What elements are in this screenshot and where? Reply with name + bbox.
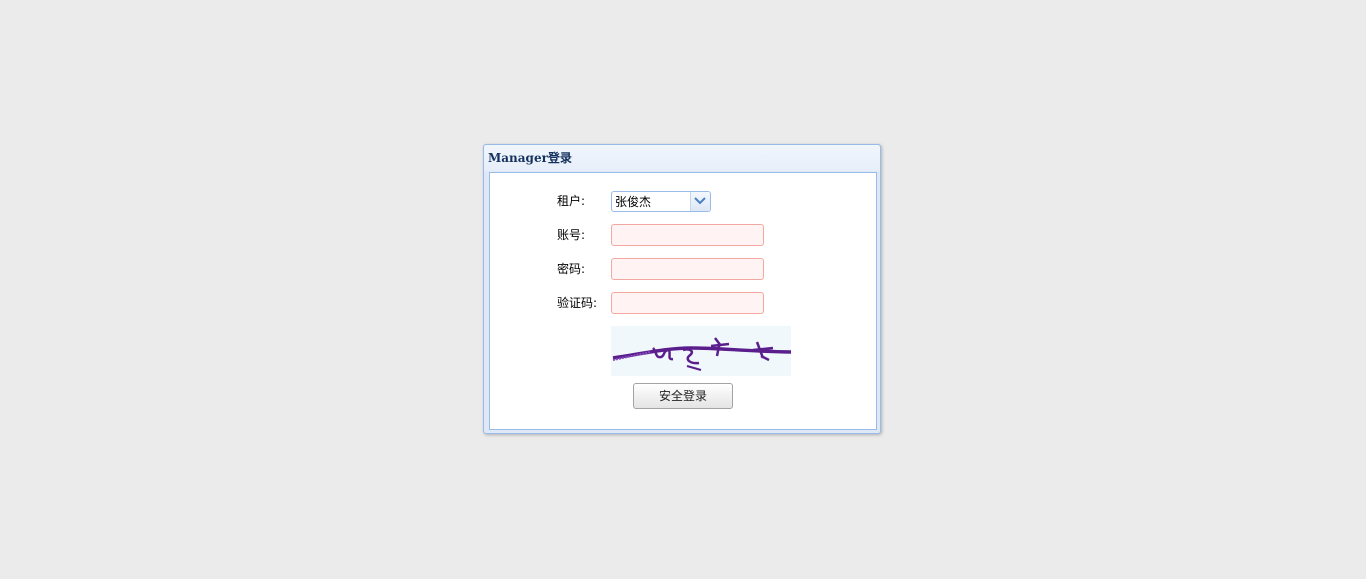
captcha-image[interactable] — [611, 326, 792, 376]
tenant-select-value: 张俊杰 — [615, 195, 652, 209]
chevron-down-icon — [694, 197, 706, 205]
panel-header: Manager登录 — [484, 145, 880, 171]
captcha-label: 验证码: — [557, 296, 598, 310]
account-label: 账号: — [557, 228, 586, 242]
captcha-input[interactable] — [611, 292, 764, 314]
password-label: 密码: — [557, 262, 586, 276]
tenant-select-trigger[interactable] — [690, 192, 710, 211]
account-input[interactable] — [611, 224, 764, 246]
panel-title: Manager登录 — [488, 151, 572, 165]
captcha-squiggle-icon — [612, 337, 792, 371]
tenant-select[interactable]: 张俊杰 — [611, 191, 711, 212]
login-panel: Manager登录 租户: 张俊杰 账号: 密码: 验证码: 安全登录 — [483, 144, 881, 434]
tenant-label: 租户: — [557, 194, 586, 208]
login-form: 租户: 张俊杰 账号: 密码: 验证码: 安全登录 — [489, 172, 877, 430]
secure-login-button[interactable]: 安全登录 — [633, 383, 733, 409]
password-input[interactable] — [611, 258, 764, 280]
